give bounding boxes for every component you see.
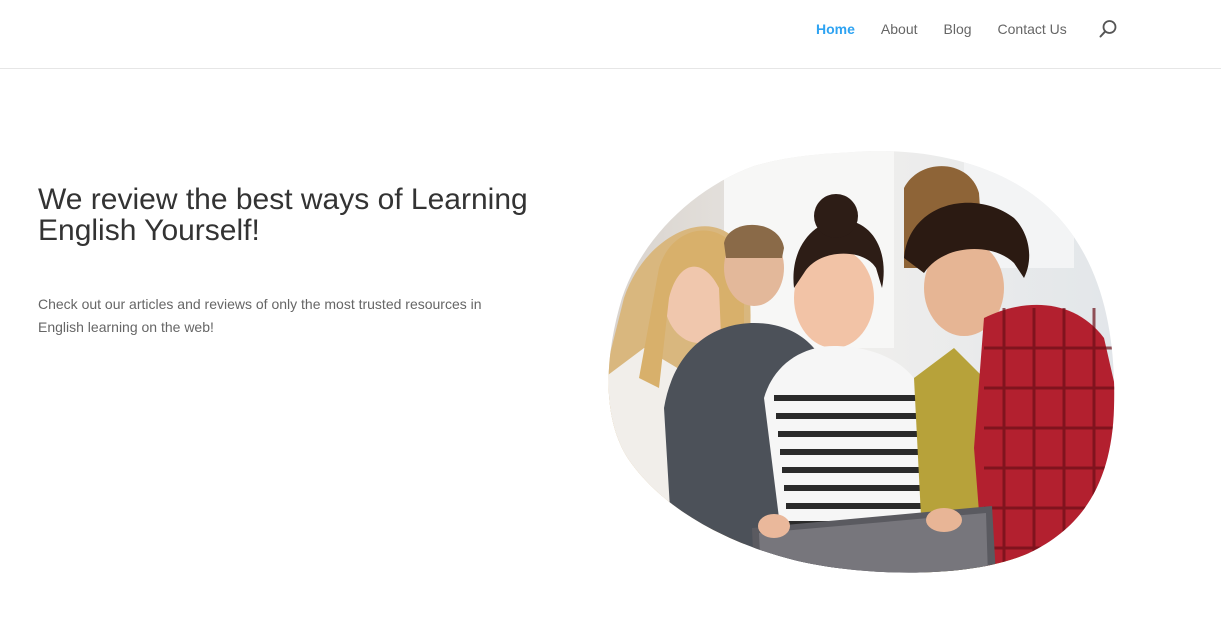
nav-about-link[interactable]: About [881, 20, 918, 38]
hero-section: We review the best ways of Learning Engl… [38, 184, 598, 339]
students-photo-blob [608, 151, 1115, 573]
search-icon[interactable] [1098, 19, 1118, 39]
nav-blog-link[interactable]: Blog [944, 20, 972, 38]
nav-home-link[interactable]: Home [816, 20, 855, 38]
hero-title: We review the best ways of Learning Engl… [38, 183, 528, 247]
hero-description: Check out our articles and reviews of on… [38, 296, 482, 335]
main-nav: Home About Blog Contact Us [816, 20, 1093, 38]
site-header: Home About Blog Contact Us [0, 0, 1221, 69]
nav-contact-us-link[interactable]: Contact Us [998, 20, 1067, 38]
hero-image [604, 148, 1120, 576]
